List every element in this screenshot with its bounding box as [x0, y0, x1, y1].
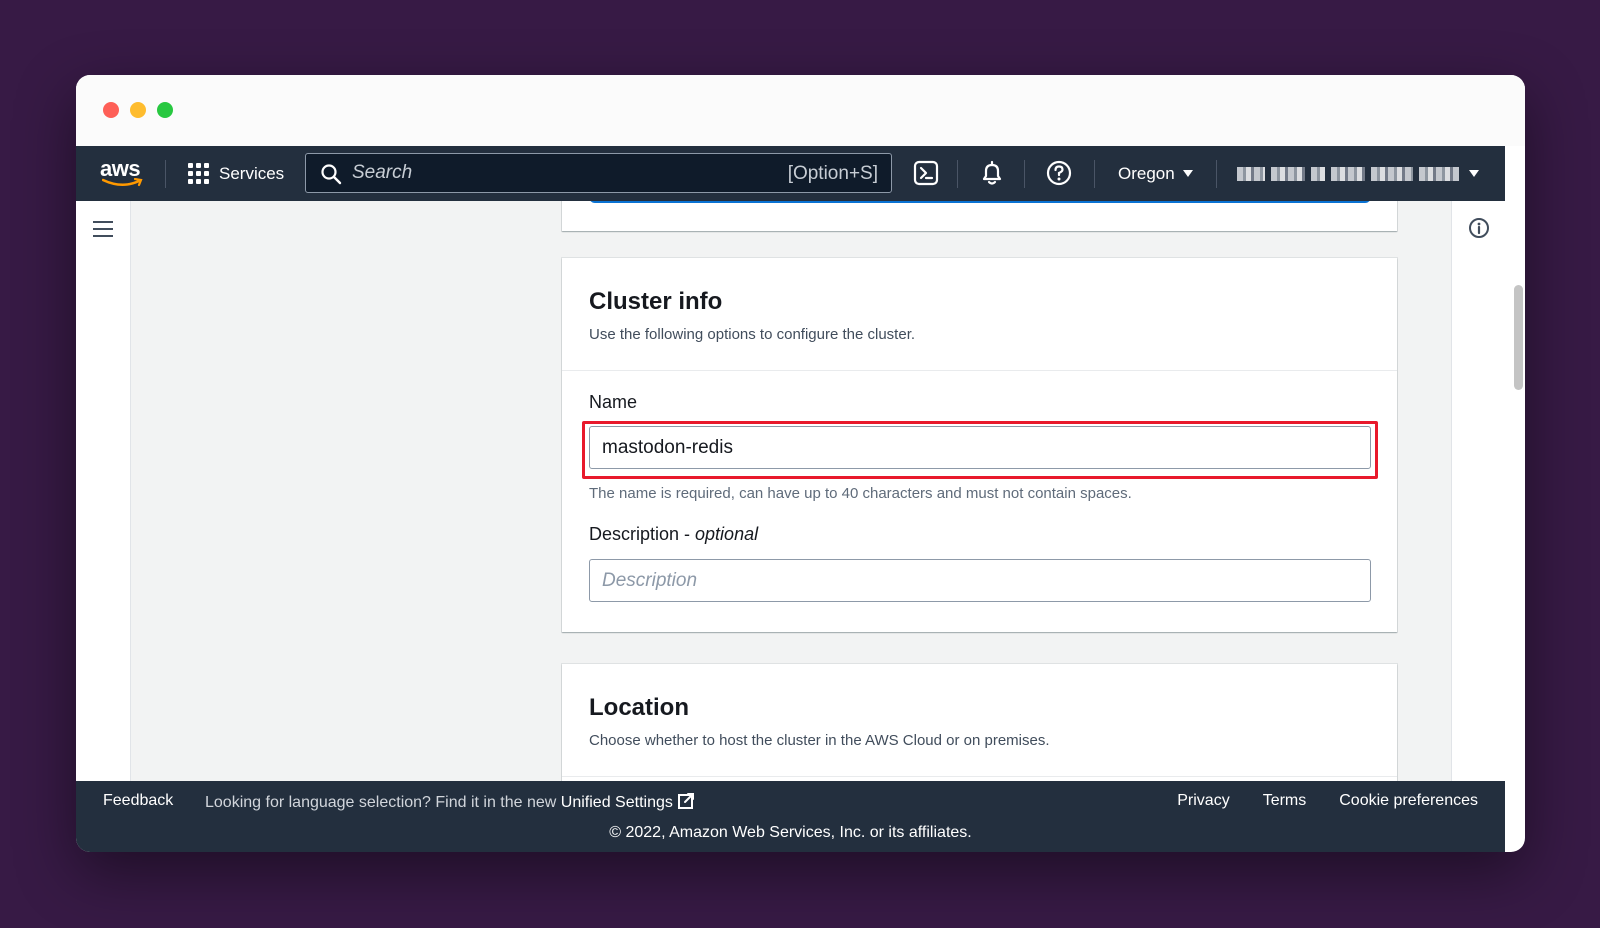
chevron-down-icon: [1469, 170, 1479, 177]
panel-title: Location: [589, 694, 689, 721]
location-panel: Location Choose whether to host the clus…: [562, 664, 1397, 781]
region-selector[interactable]: Oregon: [1118, 146, 1193, 201]
chevron-down-icon: [1182, 170, 1193, 177]
cluster-info-panel: Cluster info Use the following options t…: [562, 258, 1397, 632]
previous-panel: [562, 201, 1397, 231]
services-label: Services: [219, 163, 285, 183]
description-label: Description - optional: [589, 524, 758, 545]
window-titlebar: [76, 75, 1525, 146]
redacted-account-name: [1237, 166, 1265, 181]
side-navigation-rail: [76, 201, 131, 781]
cloudshell-icon[interactable]: [912, 159, 940, 187]
nav-divider: [957, 160, 958, 188]
search-shortcut-hint: [Option+S]: [787, 163, 878, 184]
apps-grid-icon: [188, 163, 209, 184]
footer-links: Privacy Terms Cookie preferences: [1177, 792, 1478, 810]
redacted-account-name: [1271, 166, 1305, 181]
help-icon[interactable]: [1045, 159, 1073, 187]
account-menu[interactable]: [1237, 146, 1479, 201]
name-label: Name: [589, 392, 638, 412]
page-scrollbar[interactable]: [1514, 285, 1523, 390]
external-link-icon: [677, 793, 694, 809]
redacted-account-name: [1371, 166, 1413, 181]
feedback-link[interactable]: Feedback: [103, 792, 173, 810]
terms-link[interactable]: Terms: [1263, 792, 1307, 810]
bell-icon[interactable]: [978, 159, 1006, 187]
region-label: Oregon: [1118, 163, 1175, 183]
aws-logo[interactable]: aws: [100, 156, 144, 190]
search-box[interactable]: [Option+S]: [305, 153, 892, 193]
nav-divider: [1094, 160, 1095, 188]
redacted-account-name: [1331, 166, 1365, 181]
redacted-account-name: [1419, 166, 1459, 181]
panel-header: Location Choose whether to host the clus…: [562, 664, 1397, 777]
minimize-window-button[interactable]: [130, 102, 146, 118]
redacted-account-name: [1311, 166, 1325, 181]
description-input[interactable]: [589, 559, 1371, 602]
info-icon[interactable]: [1468, 217, 1490, 239]
search-input[interactable]: [352, 154, 752, 192]
language-notice-text: Looking for language selection? Find it …: [205, 794, 561, 811]
menu-icon[interactable]: [93, 221, 113, 237]
close-window-button[interactable]: [103, 102, 119, 118]
nav-divider: [165, 160, 166, 188]
copyright-text: © 2022, Amazon Web Services, Inc. or its…: [609, 824, 972, 841]
aws-footer: Feedback Looking for language selection?…: [76, 781, 1505, 852]
aws-smile-icon: [102, 178, 143, 187]
privacy-link[interactable]: Privacy: [1177, 792, 1229, 810]
optional-label: optional: [695, 524, 759, 544]
previous-field-edge: [589, 201, 1371, 203]
unified-settings-label: Unified Settings: [560, 794, 673, 811]
aws-top-navigation: aws Services [Option+S]: [76, 146, 1505, 201]
description-label-text: Description -: [589, 524, 696, 544]
language-notice: Looking for language selection? Find it …: [205, 792, 695, 812]
search-icon: [321, 164, 342, 185]
browser-window: aws Services [Option+S]: [76, 75, 1525, 852]
name-constraint-text: The name is required, can have up to 40 …: [589, 485, 1132, 502]
panel-description: Use the following options to configure t…: [589, 326, 916, 343]
main-content: Cluster info Use the following options t…: [76, 201, 1505, 781]
nav-divider: [1024, 160, 1025, 188]
services-menu-button[interactable]: Services: [188, 146, 284, 201]
unified-settings-link[interactable]: Unified Settings: [560, 793, 695, 811]
tools-rail: [1451, 201, 1505, 781]
panel-description: Choose whether to host the cluster in th…: [589, 732, 1050, 749]
cookie-preferences-link[interactable]: Cookie preferences: [1339, 792, 1478, 810]
cluster-name-input[interactable]: [589, 426, 1371, 469]
panel-title: Cluster info: [589, 288, 723, 315]
nav-divider: [1216, 160, 1217, 188]
zoom-window-button[interactable]: [157, 102, 173, 118]
panel-header: Cluster info Use the following options t…: [562, 258, 1397, 371]
